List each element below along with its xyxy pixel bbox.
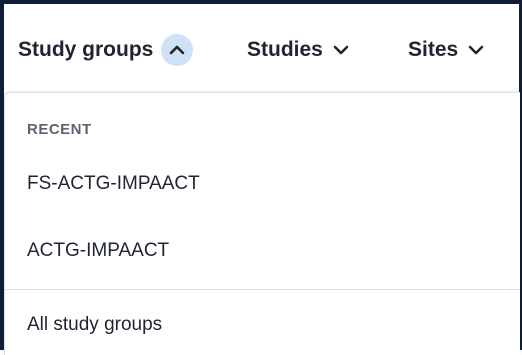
chevron-down-icon	[468, 44, 484, 56]
nav-study-groups-button[interactable]: Study groups	[18, 32, 194, 68]
menu-item-recent-study-group[interactable]: FS-ACTG-IMPAACT	[27, 173, 200, 195]
nav-sites-button[interactable]: Sites	[408, 32, 484, 68]
menu-divider	[5, 289, 520, 290]
nav-study-groups-label: Study groups	[18, 38, 154, 61]
study-groups-dropdown: RECENT FS-ACTG-IMPAACT ACTG-IMPAACT All …	[4, 92, 520, 355]
menu-item-all-study-groups[interactable]: All study groups	[27, 314, 162, 336]
nav-studies-button[interactable]: Studies	[247, 32, 349, 68]
nav-studies-label: Studies	[247, 38, 323, 61]
chevron-up-icon[interactable]	[161, 34, 194, 66]
chevron-down-icon	[333, 44, 349, 56]
top-navigation-bar: Study groups Studies Sites	[4, 4, 519, 88]
menu-item-recent-study-group[interactable]: ACTG-IMPAACT	[27, 240, 169, 262]
nav-sites-label: Sites	[408, 38, 459, 61]
recent-section-label: RECENT	[27, 121, 92, 138]
